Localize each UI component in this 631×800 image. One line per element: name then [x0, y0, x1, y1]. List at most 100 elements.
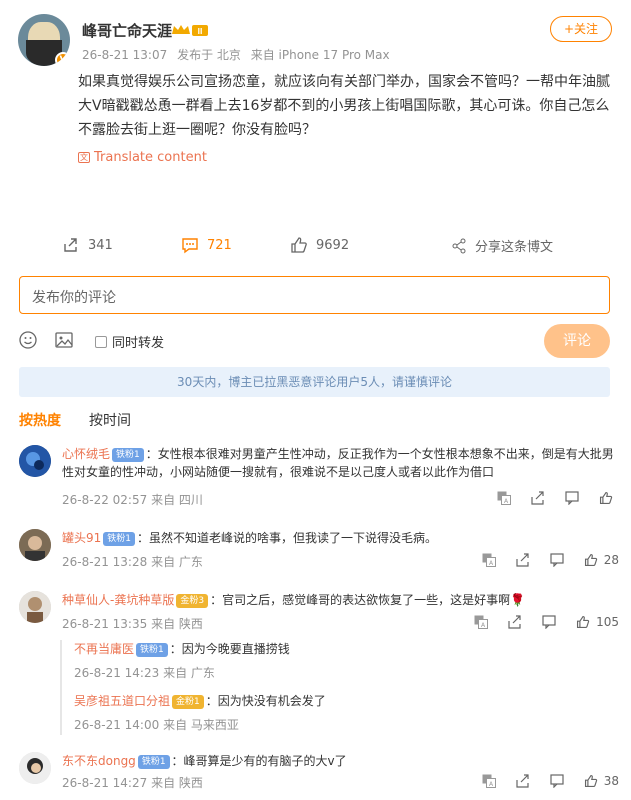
post-text: 如果真觉得娱乐公司宣扬恋童，就应该向有关部门举办，国家会不管吗？一帮中年油腻大V… — [78, 74, 610, 138]
reply-item: 不再当庸医 铁粉1 ：因为今晚要直播捞钱 — [74, 640, 604, 658]
comment-icon — [182, 238, 198, 254]
like-button[interactable]: 9692 — [290, 236, 349, 254]
reply-icon[interactable] — [565, 491, 579, 505]
thumbs-up-icon — [577, 615, 590, 629]
translate-comment-icon[interactable]: A — [482, 553, 496, 567]
avatar-image — [19, 529, 51, 561]
svg-text:Ⅲ: Ⅲ — [197, 27, 203, 36]
repost-button[interactable]: 341 — [62, 236, 113, 254]
translate-comment-icon[interactable]: A — [474, 615, 489, 629]
comment-count: 721 — [207, 237, 232, 253]
commenter-avatar[interactable] — [19, 591, 51, 623]
thumbs-up-icon — [291, 237, 307, 253]
comment-time: 26-8-22 02:57 — [62, 493, 148, 507]
translate-comment-icon[interactable]: A — [482, 774, 496, 788]
comment-text-block: 东不东dongg 铁粉1 ：峰哥算是少有的有脑子的大v了 — [62, 752, 617, 770]
image-icon[interactable] — [55, 331, 73, 349]
comment-actions: A 38 — [482, 774, 619, 788]
avatar-image — [19, 752, 51, 784]
repost-count: 341 — [88, 237, 113, 253]
repost-icon[interactable] — [516, 553, 530, 567]
share-label: 分享这条博文 — [475, 240, 554, 255]
commenter-avatar[interactable] — [19, 529, 51, 561]
blocked-users-notice: 30天内，博主已拉黑恶意评论用户5人，请谨慎评论 — [19, 367, 610, 397]
commenter-name[interactable]: 东不东dongg — [62, 754, 136, 768]
comment-item: 心怀绒毛 铁粉1 ：女性根本很难对男童产生性冲动，反正我作为一个女性根本想象不出来，… — [19, 445, 619, 508]
comment-actions: A 28 — [482, 553, 619, 567]
post-header: V 峰哥亡命天涯 Ⅲ 26-8-21 13:07 发布于 北京 来自 iPhon… — [18, 14, 618, 70]
thumbs-up-icon — [584, 553, 597, 567]
replier-name[interactable]: 不再当庸医 — [74, 642, 134, 656]
comment-button[interactable]: 721 — [181, 236, 232, 254]
comment-like-button[interactable]: 105 — [576, 615, 619, 629]
comment-location: 来自 广东 — [151, 555, 203, 569]
commenter-name[interactable]: 罐头91 — [62, 531, 101, 545]
commenter-name[interactable]: 心怀绒毛 — [62, 447, 110, 461]
reply-time: 26-8-21 14:00 — [74, 718, 160, 732]
tab-time[interactable]: 按时间 — [89, 410, 131, 430]
comment-text-block: 种草仙人-龚坑种草版 金粉3 ：官司之后，感觉峰哥的表达欲恢复了一些，这是好事啊🌹 — [62, 591, 617, 609]
follow-button[interactable]: +关注 — [550, 16, 612, 42]
reply-icon[interactable] — [550, 774, 564, 788]
comment-meta: 26-8-21 13:35 来自 陕西 — [62, 615, 203, 632]
reply-item: 吴彦祖五道口分祖 金粉1 ：因为快没有机会发了 — [74, 692, 604, 710]
commenter-name[interactable]: 种草仙人-龚坑种草版 — [62, 593, 174, 607]
share-button[interactable]: 分享这条博文 — [451, 236, 553, 255]
repost-icon[interactable] — [508, 615, 522, 629]
comment-text: ：虽然不知道老峰说的啥事，但我读了一下说得没毛病。 — [137, 531, 438, 545]
comment-text: ：女性根本很难对男童产生性冲动，反正我作为一个女性根本想象不出来，倒是有大批男性… — [62, 447, 614, 479]
thumbs-up-icon — [599, 491, 613, 505]
share-icon — [452, 238, 466, 253]
reply-location: 来自 马来西亚 — [163, 718, 239, 732]
comment-meta: 26-8-21 13:28 来自 广东 — [62, 553, 203, 570]
emoji-icon[interactable] — [19, 331, 37, 349]
comment-text-block: 罐头91 铁粉1 ：虽然不知道老峰说的啥事，但我读了一下说得没毛病。 — [62, 529, 617, 547]
translate-link[interactable]: 文 Translate content — [78, 150, 207, 165]
commenter-avatar[interactable] — [19, 752, 51, 784]
post-location: 发布于 北京 — [177, 48, 241, 62]
reply-thread: 不再当庸医 铁粉1 ：因为今晚要直播捞钱 26-8-21 14:23 来自 广东 吴… — [60, 640, 610, 735]
checkbox-box[interactable] — [95, 335, 107, 348]
reply-meta: 26-8-21 14:23 来自 广东 — [74, 664, 215, 681]
comment-meta: 26-8-21 14:27 来自 陕西 — [62, 774, 203, 791]
author-avatar[interactable]: V — [18, 14, 70, 66]
comment-item: 罐头91 铁粉1 ：虽然不知道老峰说的啥事，但我读了一下说得没毛病。 26-8-21… — [19, 529, 619, 569]
comment-time: 26-8-21 13:35 — [62, 617, 148, 631]
comment-meta: 26-8-22 02:57 来自 四川 — [62, 491, 203, 508]
fan-level-badge: 金粉3 — [176, 594, 209, 608]
author-name[interactable]: 峰哥亡命天涯 — [82, 20, 172, 41]
avatar-image — [19, 445, 51, 477]
comment-actions: A 105 — [474, 615, 619, 629]
tab-hot[interactable]: 按热度 — [19, 410, 61, 430]
comment-like-button[interactable] — [599, 491, 619, 505]
replier-name[interactable]: 吴彦祖五道口分祖 — [74, 694, 170, 708]
comment-actions: A — [497, 491, 619, 505]
repost-icon[interactable] — [516, 774, 530, 788]
verified-badge-icon: V — [55, 52, 70, 66]
reply-location: 来自 广东 — [163, 666, 215, 680]
submit-comment-button[interactable]: 评论 — [544, 324, 610, 358]
comment-like-count: 28 — [603, 553, 619, 567]
reply-icon[interactable] — [550, 553, 564, 567]
translate-icon: 文 — [78, 152, 90, 163]
comment-like-button[interactable]: 28 — [584, 553, 619, 567]
translate-comment-icon[interactable]: A — [497, 491, 511, 505]
comment-time: 26-8-21 14:27 — [62, 776, 148, 790]
repost-icon[interactable] — [531, 491, 545, 505]
comment-text-block: 心怀绒毛 铁粉1 ：女性根本很难对男童产生性冲动，反正我作为一个女性根本想象不出来，… — [62, 445, 617, 481]
commenter-avatar[interactable] — [19, 445, 51, 477]
action-bar: 341 721 9692 分享这条博文 — [0, 232, 631, 260]
comment-input[interactable]: 发布你的评论 — [19, 276, 610, 314]
composer-toolbar: 同时转发 评论 — [19, 324, 610, 358]
repost-checkbox[interactable]: 同时转发 — [95, 332, 164, 351]
comment-text: ：峰哥算是少有的有脑子的大v了 — [171, 754, 347, 768]
comment-item: 东不东dongg 铁粉1 ：峰哥算是少有的有脑子的大v了 26-8-21 14:27… — [19, 752, 619, 792]
post-time[interactable]: 26-8-21 13:07 — [82, 48, 167, 62]
comment-like-button[interactable]: 38 — [584, 774, 619, 788]
crown-badge-icon: Ⅲ — [172, 25, 208, 36]
comment-item: 种草仙人-龚坑种草版 金粉3 ：官司之后，感觉峰哥的表达欲恢复了一些，这是好事啊🌹 … — [19, 591, 619, 631]
reply-icon[interactable] — [542, 615, 556, 629]
sort-tabs: 按热度 按时间 — [19, 410, 131, 430]
comment-like-count: 105 — [596, 615, 619, 629]
fan-level-badge: 铁粉1 — [137, 755, 170, 769]
